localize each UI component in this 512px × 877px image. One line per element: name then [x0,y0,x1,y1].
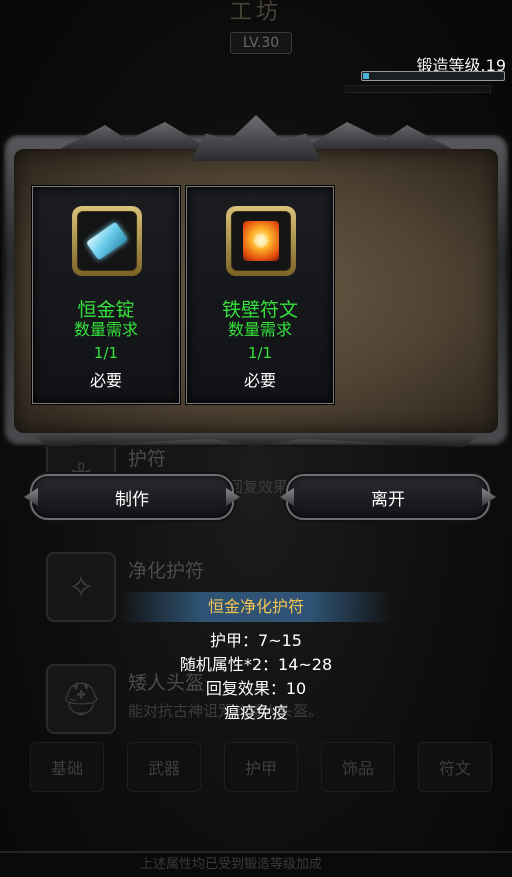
tooltip-line: 回复效果：10 [205,679,307,698]
tab-accessories[interactable]: 饰品 [321,742,395,792]
level-badge: LV.30 [230,32,292,54]
tooltip-line: 护甲：7~15 [210,631,302,650]
tab-weapons[interactable]: 武器 [127,742,201,792]
material-count: 1/1 [247,344,273,362]
bonus-hint: 上述属性均已受到锻造等级加成 [0,851,512,877]
forge-progress-bar [361,71,505,81]
panel-ornament-right [302,122,452,149]
tooltip-line: 瘟疫免疫 [223,703,288,722]
leave-button[interactable]: 离开 [286,474,490,520]
category-tabs: 基础 武器 护甲 饰品 符文 [30,742,492,794]
ingot-icon [85,221,129,261]
forge-sub-bar [345,85,491,93]
material-icon-frame: ✺ [226,206,296,276]
material-card[interactable]: ✺ 铁壁符文 数量需求 1/1 必要 [186,186,334,404]
material-icon-frame [72,206,142,276]
material-count: 1/1 [93,344,119,362]
material-name: 铁壁符文 [221,299,298,321]
material-card[interactable]: 恒金锭 数量需求 1/1 必要 [32,186,180,404]
tooltip-line: 随机属性*2：14~28 [179,655,333,674]
list-item-desc: 回复效果 [228,478,289,496]
purify-amulet-icon: ✧ [46,552,116,622]
material-note: 必要 [89,371,122,390]
tab-runes[interactable]: 符文 [418,742,492,792]
tab-basic[interactable]: 基础 [30,742,104,792]
list-item-name: 净化护符 [128,560,205,582]
panel-crest [190,115,322,161]
tab-armor[interactable]: 护甲 [224,742,298,792]
material-note: 必要 [243,371,276,390]
craft-button[interactable]: 制作 [30,474,234,520]
fire-rune-icon: ✺ [243,221,279,261]
page-title: 工坊 [229,0,282,25]
material-requirement-label: 数量需求 [73,320,138,339]
material-requirement-label: 数量需求 [227,320,292,339]
tooltip-title: 恒金净化护符 [120,592,392,622]
material-name: 恒金锭 [77,299,135,321]
panel-ornament-left [60,122,210,149]
forge-progress-fill [363,73,369,79]
